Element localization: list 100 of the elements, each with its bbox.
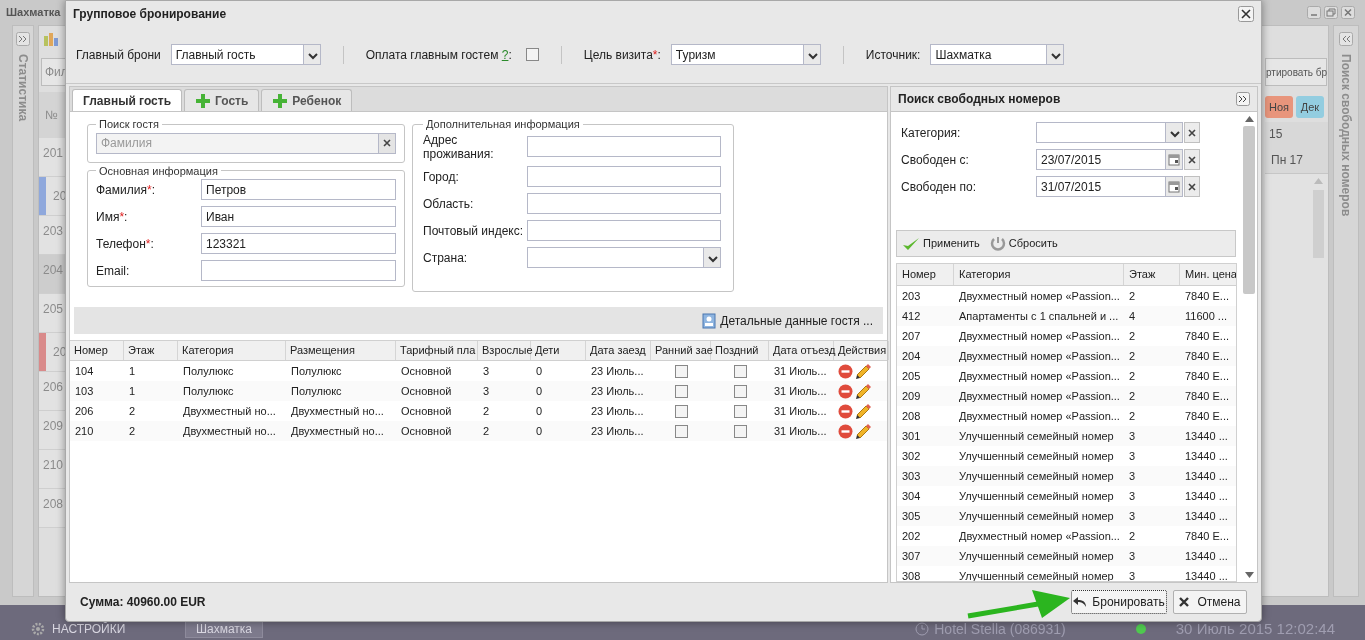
checkbox[interactable] (674, 384, 688, 398)
clear-icon[interactable] (381, 137, 393, 149)
clear-icon[interactable] (1186, 126, 1198, 139)
input-field[interactable] (527, 193, 721, 214)
checkbox[interactable] (674, 424, 688, 438)
table-cell-text: Двухместный номер «Passion... (958, 368, 1121, 384)
dropdown-field[interactable]: Главный гость (170, 44, 321, 65)
column-header[interactable]: Категория (178, 341, 286, 360)
column-header[interactable]: Этаж (124, 341, 178, 360)
table-cell-text: 207 (901, 328, 922, 344)
dropdown-field[interactable]: Шахматка (930, 44, 1065, 65)
table-row[interactable]: 204 Двухместный номер «Passion... 2 7840 E... (897, 346, 1236, 366)
table-row[interactable]: 303 Улучшенный семейный номер 3 13440 ... (897, 466, 1236, 486)
table-cell-text: Двухместный но... (290, 403, 385, 419)
column-header[interactable]: Взрослые (478, 341, 531, 360)
column-header[interactable]: Дата отъезд (769, 341, 834, 360)
table-row[interactable]: 305 Улучшенный семейный номер 3 13440 ... (897, 506, 1236, 526)
calendar-icon[interactable] (1167, 152, 1181, 167)
checkbox[interactable] (733, 364, 747, 378)
settings-button[interactable]: НАСТРОЙКИ (30, 620, 180, 638)
calendar-icon[interactable] (1167, 179, 1181, 194)
window-title: Шахматка (6, 5, 61, 21)
contact-card-icon (702, 312, 717, 329)
input-field[interactable]: Иван (201, 206, 396, 227)
input-field[interactable]: 123321 (201, 233, 396, 254)
column-header[interactable]: Номер (70, 341, 124, 360)
year-label: 15 (1268, 126, 1283, 143)
pencil-icon[interactable] (854, 382, 871, 400)
tab[interactable]: Ребенок (261, 89, 353, 111)
date-field[interactable]: 31/07/2015 (1036, 176, 1183, 197)
pencil-icon[interactable] (854, 422, 871, 440)
column-header[interactable]: Этаж (1124, 264, 1180, 285)
checkbox[interactable] (525, 48, 539, 61)
bar-chart-icon[interactable] (43, 32, 59, 46)
input-field[interactable]: Петров (201, 179, 396, 200)
tab[interactable]: Гость (184, 89, 260, 111)
pencil-icon[interactable] (854, 402, 871, 420)
table-row[interactable]: 412 Апартаменты с 1 спальней и ... 4 11600 ... (897, 306, 1236, 326)
date-field[interactable]: 23/07/2015 (1036, 149, 1183, 170)
checkbox[interactable] (674, 364, 688, 378)
book-button[interactable]: Бронировать (1071, 590, 1167, 614)
clear-icon[interactable] (1186, 180, 1198, 193)
input-field[interactable] (527, 136, 721, 157)
delete-icon[interactable] (838, 403, 853, 419)
column-header[interactable]: Дети (531, 341, 586, 360)
dropdown-field[interactable]: Туризм (670, 44, 821, 65)
delete-icon[interactable] (838, 423, 853, 439)
table-row[interactable]: 301 Улучшенный семейный номер 3 13440 ... (897, 426, 1236, 446)
table-cell-text: Улучшенный семейный номер (958, 548, 1115, 564)
scroll-up-icon[interactable] (1244, 116, 1254, 122)
table-cell-text: 1 (128, 383, 137, 399)
table-cell-text: 31 Июль... (773, 423, 828, 439)
column-header[interactable]: Тарифный пла (396, 341, 478, 360)
table-cell-text: 204 (901, 348, 922, 364)
details-button[interactable]: Детальные данные гостя ... (702, 311, 873, 330)
column-header[interactable]: Ранний зае (651, 341, 711, 360)
scroll-down-icon[interactable] (1244, 572, 1254, 578)
table-cell-text: 23 Июль... (590, 423, 645, 439)
pencil-icon[interactable] (854, 362, 871, 380)
table-row[interactable]: 209 Двухместный номер «Passion... 2 7840 E... (897, 386, 1236, 406)
collapse-icon[interactable] (1236, 92, 1250, 106)
minimize-icon[interactable] (1307, 6, 1321, 19)
table-cell-text: 2 (482, 403, 491, 419)
expand-icon[interactable] (16, 32, 30, 46)
cancel-button[interactable]: Отмена (1173, 590, 1247, 614)
table-cell-text: 305 (901, 508, 922, 524)
field-label: Имя*: (96, 208, 129, 226)
room-number: 201 (42, 145, 64, 162)
dropdown-field[interactable] (527, 247, 721, 268)
column-header[interactable]: Дата заезд (586, 341, 651, 360)
column-header[interactable]: Мин. цена (1180, 264, 1236, 285)
input-field[interactable] (201, 260, 396, 281)
column-header[interactable]: Номер (897, 264, 954, 285)
input-field[interactable] (527, 220, 721, 241)
export-button[interactable]: ртировать бр (1265, 58, 1327, 86)
table-row[interactable]: 307 Улучшенный семейный номер 3 13440 ... (897, 546, 1236, 566)
tab[interactable]: Главный гость (72, 89, 183, 111)
delete-icon[interactable] (838, 383, 853, 399)
clear-icon[interactable] (1186, 153, 1198, 166)
dropdown-field[interactable] (1036, 122, 1183, 143)
reset-button[interactable]: Сбросить (989, 235, 1058, 252)
scrollbar-thumb[interactable] (1243, 126, 1255, 294)
input-field[interactable] (527, 166, 721, 187)
apply-button[interactable]: Применить (902, 235, 980, 252)
restore-icon[interactable] (1324, 6, 1338, 19)
table-cell-text: 2 (1128, 288, 1137, 304)
field-label: Адрес проживания: (423, 132, 495, 161)
month-tab[interactable]: Ноя (1265, 96, 1293, 118)
close-icon[interactable] (1238, 5, 1254, 22)
column-header[interactable]: Размещения (286, 341, 396, 360)
table-cell-text: 2 (1128, 328, 1137, 344)
checkbox[interactable] (733, 424, 747, 438)
delete-icon[interactable] (838, 363, 853, 379)
checkbox[interactable] (733, 404, 747, 418)
table-cell-text: 203 (901, 288, 922, 304)
month-tab[interactable]: Дек (1296, 96, 1324, 118)
checkbox[interactable] (674, 404, 688, 418)
column-header[interactable]: Категория (954, 264, 1124, 285)
fieldset-legend: Поиск гостя (96, 116, 162, 133)
checkbox[interactable] (733, 384, 747, 398)
